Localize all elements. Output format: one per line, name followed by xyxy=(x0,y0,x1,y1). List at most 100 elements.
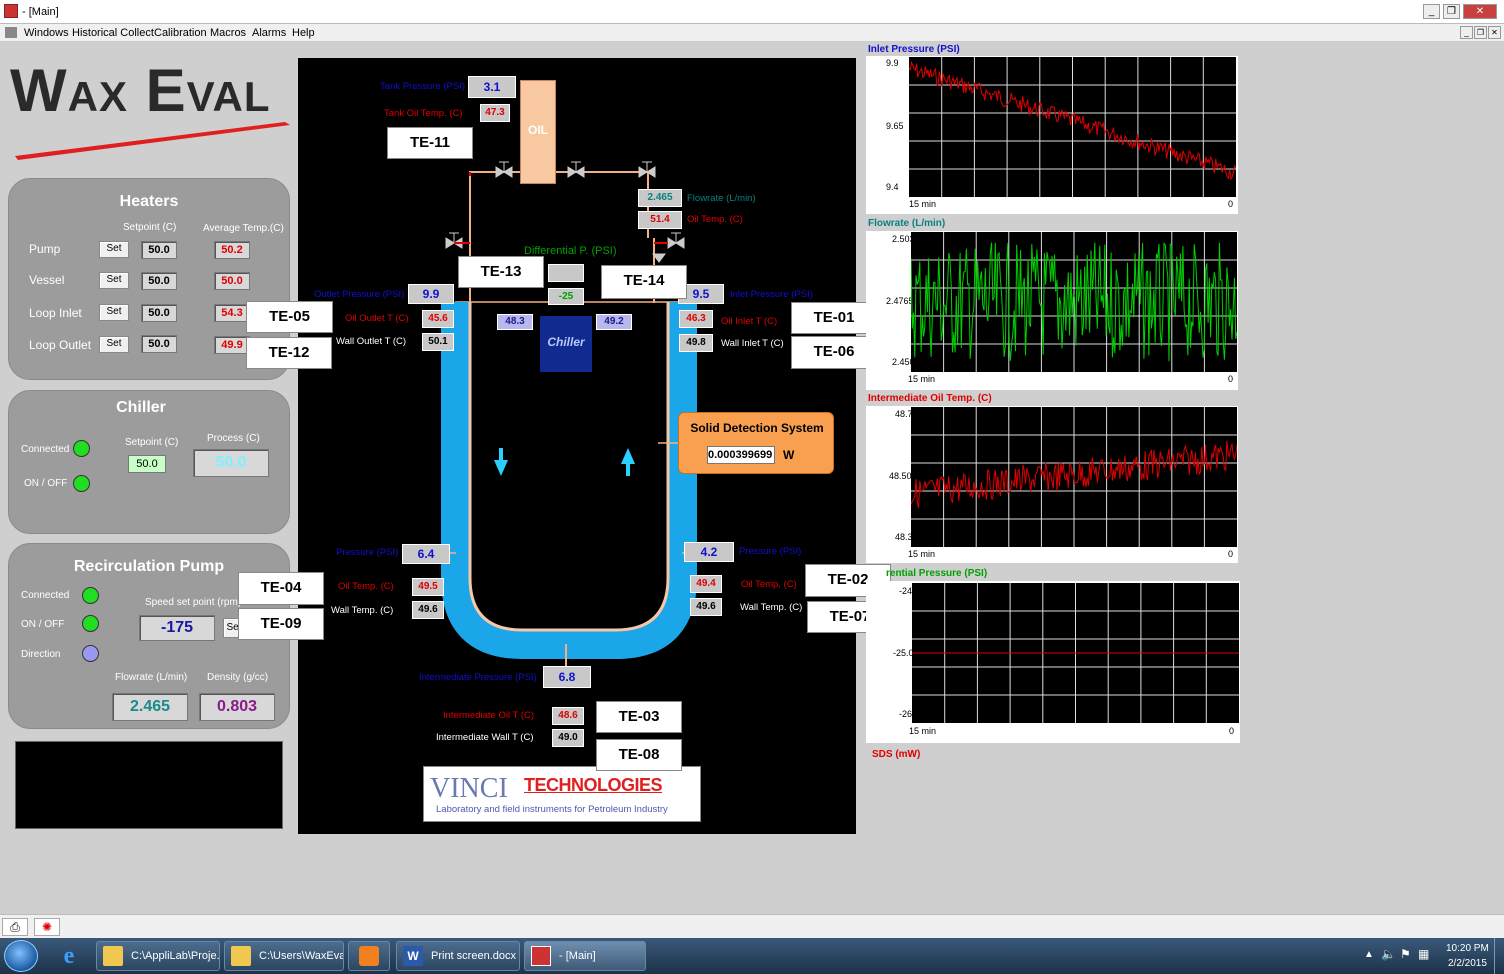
taskbar-item-media[interactable] xyxy=(348,941,390,971)
time-right-label: 0 xyxy=(1228,199,1234,209)
clock-time[interactable]: 10:20 PM xyxy=(1446,943,1489,954)
mdi-close-icon[interactable]: ✕ xyxy=(1488,26,1501,39)
chiller-onoff-label: ON / OFF xyxy=(24,478,68,489)
menu-macros[interactable]: Macros xyxy=(210,27,246,39)
oil-temp-value: 51.4 xyxy=(638,211,682,229)
status-strip: ⎙ ✺ xyxy=(0,914,1504,938)
chiller-setpoint-field[interactable]: 50.0 xyxy=(128,455,166,473)
message-box xyxy=(15,741,283,829)
taskbar-item-word[interactable]: W Print screen.docx ... xyxy=(396,941,520,971)
taskbar: e C:\AppliLab\Proje... C:\Users\WaxEval.… xyxy=(0,938,1504,974)
loop-inlet-set-button[interactable]: Set xyxy=(99,304,129,321)
wall-outlet-label: Wall Outlet T (C) xyxy=(336,336,407,347)
left-oil-temp-label: Oil Temp. (C) xyxy=(338,581,394,592)
print-icon[interactable]: ⎙ xyxy=(2,918,28,936)
close-icon[interactable]: ✕ xyxy=(1463,4,1497,19)
taskbar-item-main[interactable]: - [Main] xyxy=(524,941,646,971)
sds-unit: W xyxy=(783,448,795,462)
chiller-connected-led xyxy=(73,440,90,457)
right-pressure-value: 4.2 xyxy=(684,542,734,562)
tank-pressure-value: 3.1 xyxy=(468,76,516,98)
time-right-label: 0 xyxy=(1228,549,1234,559)
menu-help[interactable]: Help xyxy=(292,27,315,39)
pump-speed-field[interactable]: -175 xyxy=(139,615,215,641)
te-label: TE-11 xyxy=(387,127,473,159)
inter-pressure-label: Intermediate Pressure (PSI) xyxy=(419,672,537,683)
chiller-block: Chiller xyxy=(540,316,592,372)
vessel-setpoint-field[interactable]: 50.0 xyxy=(141,272,177,290)
inter-oil-value: 48.6 xyxy=(552,707,584,725)
chiller-panel: Chiller Connected ON / OFF Setpoint (C) … xyxy=(8,390,290,534)
te-label: TE-08 xyxy=(596,739,682,771)
sds-title: Solid Detection System xyxy=(690,421,824,435)
oil-tank: OIL xyxy=(520,80,556,184)
app-icon xyxy=(4,4,18,18)
loop-outlet-setpoint-field[interactable]: 50.0 xyxy=(141,335,177,353)
taskbar-item-users-folder[interactable]: C:\Users\WaxEval... xyxy=(224,941,344,971)
pump-speed-label: Speed set point (rpm) xyxy=(145,597,242,608)
left-oil-temp-value: 49.5 xyxy=(412,578,444,596)
menu-historical-collect[interactable]: Historical Collect xyxy=(72,27,154,39)
right-wall-temp-label: Wall Temp. (C) xyxy=(740,602,803,613)
chiller-onoff-led[interactable] xyxy=(73,475,90,492)
mdi-minimize-icon[interactable]: _ xyxy=(1460,26,1473,39)
minimize-icon[interactable]: _ xyxy=(1423,4,1440,19)
mdi-restore-icon[interactable]: ❐ xyxy=(1474,26,1487,39)
clock-date[interactable]: 2/2/2015 xyxy=(1448,958,1487,969)
tray-expand-icon[interactable]: ▲ xyxy=(1364,949,1374,960)
tank-oil-temp-value: 47.3 xyxy=(480,104,510,122)
wall-inlet-value: 49.8 xyxy=(679,334,713,352)
right-oil-temp-value: 49.4 xyxy=(690,575,722,593)
y-max-label: -24 xyxy=(899,586,913,596)
menu-windows[interactable]: Windows xyxy=(24,27,69,39)
applilab-icon xyxy=(531,946,551,966)
system-menu-icon[interactable] xyxy=(5,27,17,38)
volume-icon[interactable]: 🔈 xyxy=(1381,947,1396,961)
taskbar-item-applilab-folder[interactable]: C:\AppliLab\Proje... xyxy=(96,941,220,971)
inter-wall-value: 49.0 xyxy=(552,729,584,747)
chiller-process-value: 50.0 xyxy=(193,449,269,477)
folder-icon xyxy=(103,946,123,966)
menu-calibration[interactable]: Calibration xyxy=(154,27,207,39)
te-label: TE-04 xyxy=(238,572,324,605)
pump-density-value: 0.803 xyxy=(199,693,275,721)
network-icon[interactable]: ▦ xyxy=(1418,947,1429,961)
time-left-label: 15 min xyxy=(908,374,936,384)
flowrate-value: 2.465 xyxy=(638,189,682,207)
show-desktop-button[interactable] xyxy=(1494,938,1504,974)
y-mid-label: 9.65 xyxy=(886,121,904,131)
tank-oil-temp-label: Tank Oil Temp. (C) xyxy=(384,108,463,119)
inter-wall-label: Intermediate Wall T (C) xyxy=(436,732,534,743)
folder-icon xyxy=(231,946,251,966)
alarm-icon[interactable]: ✺ xyxy=(34,918,60,936)
y-max-label: 9.9 xyxy=(886,58,899,68)
time-right-label: 0 xyxy=(1229,726,1235,736)
loop-outlet-set-button[interactable]: Set xyxy=(99,336,129,353)
pump-set-button[interactable]: Set xyxy=(99,241,129,258)
vinci-logo: VINCI TECHNOLOGIES Laboratory and field … xyxy=(423,766,701,822)
setpoint-header: Setpoint (C) xyxy=(123,222,177,233)
right-pressure-label: Pressure (PSI) xyxy=(739,546,802,557)
pump-onoff-led[interactable] xyxy=(82,615,99,632)
pump-setpoint-field[interactable]: 50.0 xyxy=(141,241,177,259)
inlet-pressure-chart: Inlet Pressure (PSI) 9.9 9.65 9.4 15 min… xyxy=(866,44,1238,214)
menu-alarms[interactable]: Alarms xyxy=(252,27,286,39)
vessel-set-button[interactable]: Set xyxy=(99,272,129,289)
ie-icon[interactable]: e xyxy=(54,942,84,970)
loop-inlet-avg-temp: 54.3 xyxy=(214,304,250,322)
outlet-pressure-value: 9.9 xyxy=(408,284,454,304)
sds-value-field: 0.000399699 xyxy=(707,446,775,464)
chart-title: rential Pressure (PSI) xyxy=(886,568,988,579)
window-title: - [Main] xyxy=(22,6,59,18)
flowrate-plot xyxy=(911,232,1237,372)
y-mid-label: -25.0 xyxy=(893,648,914,658)
start-button-icon[interactable] xyxy=(4,940,38,972)
chiller-left-temp: 48.3 xyxy=(497,314,533,330)
pump-direction-led[interactable] xyxy=(82,645,99,662)
loop-inlet-setpoint-field[interactable]: 50.0 xyxy=(141,304,177,322)
pump-flow-label: Flowrate (L/min) xyxy=(115,672,188,683)
flag-icon[interactable]: ⚑ xyxy=(1400,947,1411,961)
chiller-setpoint-label: Setpoint (C) xyxy=(125,437,179,448)
restore-icon[interactable]: ❐ xyxy=(1443,4,1460,19)
menu-bar: Windows Historical Collect Calibration M… xyxy=(0,24,1504,42)
